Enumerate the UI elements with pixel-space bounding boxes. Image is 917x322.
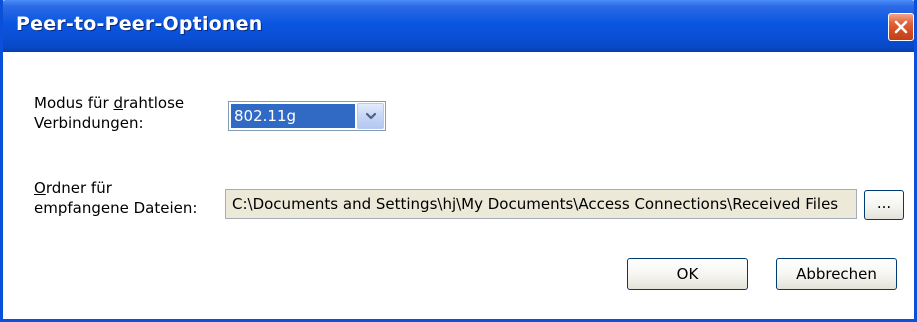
title-bar[interactable]: Peer-to-Peer-Optionen: [3, 0, 914, 52]
folder-label-line1: Ordner für: [34, 179, 112, 197]
chevron-down-icon: [365, 112, 376, 120]
received-files-folder-field[interactable]: C:\Documents and Settings\hj\My Document…: [225, 189, 857, 219]
dropdown-arrow-button[interactable]: [357, 103, 384, 129]
wireless-mode-label: Modus für drahtlose Verbindungen:: [34, 93, 184, 133]
ok-button[interactable]: OK: [627, 258, 748, 290]
wireless-mode-selected-value: 802.11g: [231, 104, 355, 128]
wireless-mode-select[interactable]: 802.11g: [228, 101, 386, 131]
close-icon: [894, 20, 908, 34]
cancel-button[interactable]: Abbrechen: [776, 258, 897, 290]
close-button[interactable]: [888, 13, 914, 41]
folder-label: Ordner für empfangene Dateien:: [34, 178, 197, 218]
wireless-mode-label-line2: Verbindungen:: [34, 114, 144, 132]
browse-button[interactable]: ...: [864, 190, 904, 220]
window-title: Peer-to-Peer-Optionen: [16, 13, 263, 35]
dialog-window: Peer-to-Peer-Optionen Modus für drahtlos…: [0, 0, 917, 322]
wireless-mode-label-line1: Modus für drahtlose: [34, 94, 185, 112]
folder-label-line2: empfangene Dateien:: [34, 199, 198, 217]
